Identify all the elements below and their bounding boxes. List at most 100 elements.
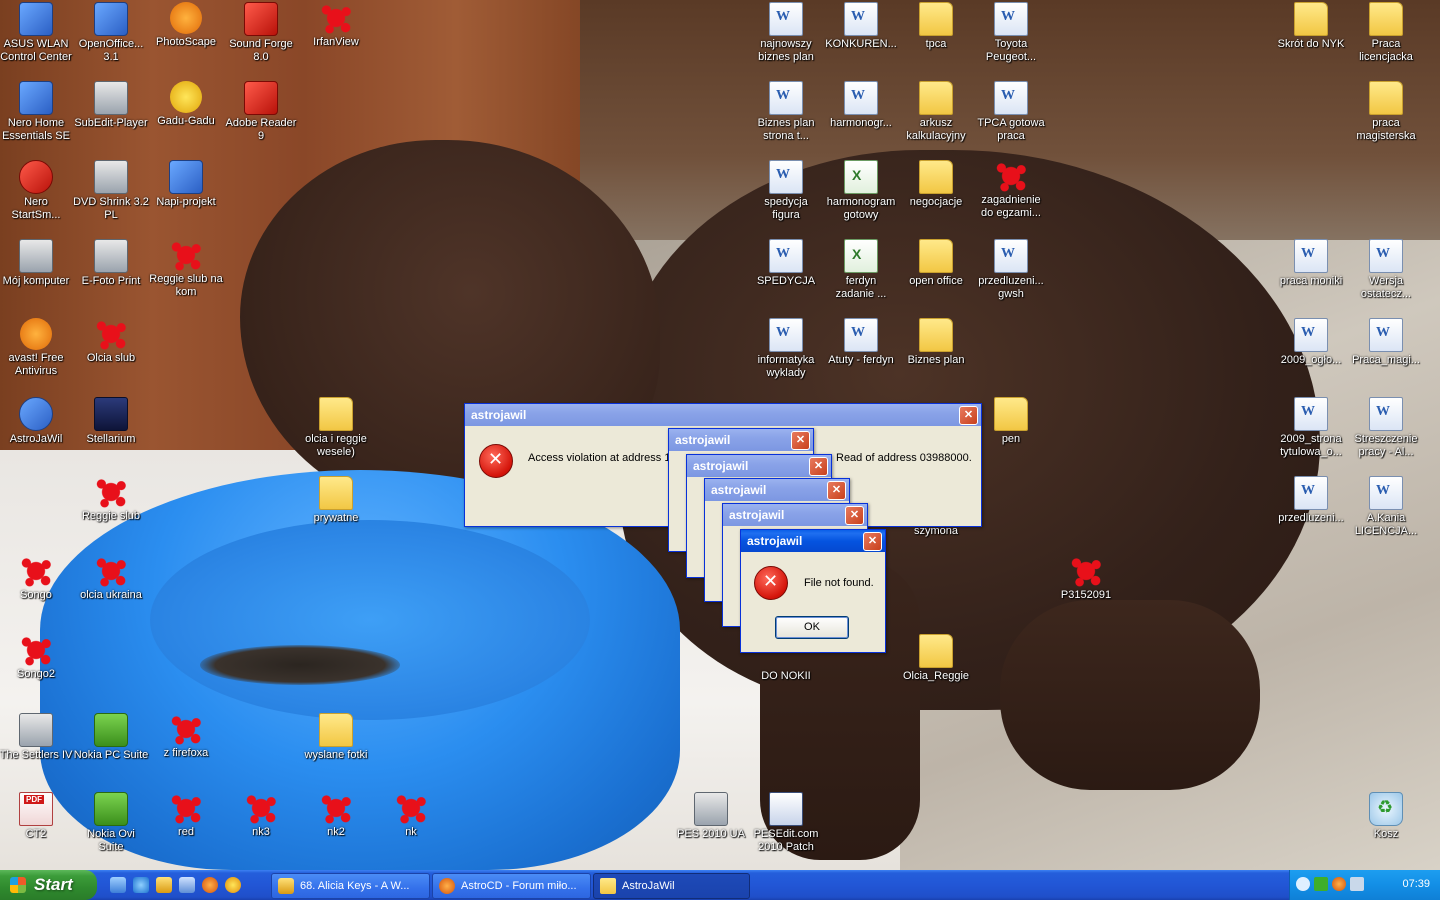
desktop-icon-nero-home[interactable]: Nero Home Essentials SE: [0, 79, 76, 143]
desktop-icon-pesedit[interactable]: PESEdit.com 2010 Patch: [746, 790, 826, 854]
desktop-icon-strona-tyt[interactable]: 2009_strona tytulowa_o...: [1271, 395, 1351, 459]
desktop-icon-asus[interactable]: ASUS WLAN Control Center: [0, 0, 76, 64]
desktop-icon-red[interactable]: red: [146, 790, 226, 839]
desktop-icon-nk3[interactable]: nk3: [221, 790, 301, 839]
show-desktop-icon[interactable]: [110, 877, 126, 893]
ovi-icon[interactable]: [1314, 877, 1328, 891]
desktop-icon-open-office[interactable]: open office: [896, 237, 976, 288]
desktop-icon-nero-start[interactable]: Nero StartSm...: [0, 158, 76, 222]
desktop-icon-songo2[interactable]: Songo2: [0, 632, 76, 681]
desktop-icon-tpca[interactable]: tpca: [896, 0, 976, 51]
taskbar-item-astrojawil[interactable]: AstroJaWil: [593, 873, 750, 899]
desktop-icon-soundforge[interactable]: Sound Forge 8.0: [221, 0, 301, 64]
desktop-icon-wersja[interactable]: Wersja ostatecz...: [1346, 237, 1426, 301]
start-button[interactable]: Start: [0, 870, 97, 900]
desktop-icon-olcia-reggie[interactable]: Olcia_Reggie: [896, 632, 976, 683]
desktop-icon-openoffice[interactable]: OpenOffice... 3.1: [71, 0, 151, 64]
desktop-icon-negocjacje[interactable]: negocjacje: [896, 158, 976, 209]
desktop-icon-settlers[interactable]: The Settlers IV: [0, 711, 76, 762]
desktop-icon-prywatne[interactable]: prywatne: [296, 474, 376, 525]
desktop-icon-przedluzeni[interactable]: przedluzeni...: [1271, 474, 1351, 525]
desktop-icon-astrojawil[interactable]: AstroJaWil: [0, 395, 76, 446]
desktop-icon-kania[interactable]: A.Kania LICENCJA...: [1346, 474, 1426, 538]
dialog-title-bar[interactable]: astrojawil ✕: [705, 479, 849, 501]
close-button[interactable]: ✕: [863, 532, 882, 551]
desktop-icon-reggie-slub-kom[interactable]: Reggie slub na kom: [146, 237, 226, 299]
desktop-icon-pes2010[interactable]: PES 2010 UA: [671, 790, 751, 841]
gadugadu-icon[interactable]: [225, 877, 241, 893]
close-button[interactable]: ✕: [791, 431, 810, 450]
close-button[interactable]: ✕: [827, 481, 846, 500]
desktop-icon-irfanview[interactable]: IrfanView: [296, 0, 376, 49]
desktop-icon-adobereader[interactable]: Adobe Reader 9: [221, 79, 301, 143]
winamp-icon[interactable]: [156, 877, 172, 893]
ok-button[interactable]: OK: [775, 616, 849, 639]
desktop-icon-wyslane-fotki[interactable]: wyslane fotki: [296, 711, 376, 762]
desktop-icon-stellarium[interactable]: Stellarium: [71, 395, 151, 446]
desktop-icon-gadugadu[interactable]: Gadu-Gadu: [146, 79, 226, 128]
desktop-icon-olcia-slub[interactable]: Olcia slub: [71, 316, 151, 365]
dialog-title-bar[interactable]: astrojawil ✕: [465, 404, 981, 426]
desktop-icon-informatyka[interactable]: informatyka wyklady: [746, 316, 826, 380]
desktop-icon-spedycja-figura[interactable]: spedycja figura: [746, 158, 826, 222]
desktop-icon-dvdshrink[interactable]: DVD Shrink 3.2 PL: [71, 158, 151, 222]
desktop-icon-ogloszenie[interactable]: 2009_ogło...: [1271, 316, 1351, 367]
desktop-icon-biznes-plan-nowy[interactable]: najnowszy biznes plan: [746, 0, 826, 64]
desktop-icon-nk2[interactable]: nk2: [296, 790, 376, 839]
desktop-icon-arkusz[interactable]: arkusz kalkulacyjny: [896, 79, 976, 143]
desktop-icon-nokia-pc-suite[interactable]: Nokia PC Suite: [71, 711, 151, 762]
desktop-icon-nk[interactable]: nk: [371, 790, 451, 839]
desktop-icon-kosz[interactable]: Kosz: [1346, 790, 1426, 841]
dialog-title-bar[interactable]: astrojawil ✕: [687, 455, 831, 477]
close-button[interactable]: ✕: [959, 406, 978, 425]
desktop-icon-biznes-plan[interactable]: Biznes plan: [896, 316, 976, 367]
desktop-icon-atuty[interactable]: Atuty - ferdyn: [821, 316, 901, 367]
desktop-icon-harmonogram-gotowy[interactable]: harmonogram gotowy: [821, 158, 901, 222]
window-switch-icon[interactable]: [179, 877, 195, 893]
taskbar-item-firefox[interactable]: AstroCD - Forum miło...: [432, 873, 591, 899]
desktop-icon-pen[interactable]: pen: [971, 395, 1051, 446]
error-dialog-file-not-found[interactable]: astrojawil ✕ File not found. OK: [740, 529, 886, 653]
desktop-icon-my-computer[interactable]: Mój komputer: [0, 237, 76, 288]
desktop-icon-toyota[interactable]: Toyota Peugeot...: [971, 0, 1051, 64]
dialog-title-bar[interactable]: astrojawil ✕: [723, 504, 867, 526]
dialog-title-bar[interactable]: astrojawil ✕: [741, 530, 885, 552]
internet-explorer-icon[interactable]: [133, 877, 149, 893]
desktop-icon-z-firefoxa[interactable]: z firefoxa: [146, 711, 226, 760]
firefox-icon[interactable]: [202, 877, 218, 893]
desktop-icon-olcia-ukraina[interactable]: olcia ukraina: [71, 553, 151, 602]
desktop-icon-olcia-reggie-wesele[interactable]: olcia i reggie wesele): [296, 395, 376, 459]
desktop-icon-streszczenie[interactable]: Streszczenie pracy - Al...: [1346, 395, 1426, 459]
taskbar-item-winamp[interactable]: 68. Alicia Keys - A W...: [271, 873, 430, 899]
desktop-icon-ferdyn[interactable]: ferdyn zadanie ...: [821, 237, 901, 301]
desktop-icon-napiprojekt[interactable]: Napi-projekt: [146, 158, 226, 209]
desktop-icon-p3152091[interactable]: P3152091: [1046, 553, 1126, 602]
desktop-icon-subedit[interactable]: SubEdit-Player: [71, 79, 151, 130]
desktop-icon-ct2[interactable]: CT2: [0, 790, 76, 841]
network-icon[interactable]: [1350, 877, 1364, 891]
desktop-icon-efoto[interactable]: E-Foto Print: [71, 237, 151, 288]
close-button[interactable]: ✕: [845, 506, 864, 525]
desktop-icon-spedycja[interactable]: SPEDYCJA: [746, 237, 826, 288]
desktop-icon-harmonogr[interactable]: harmonogr...: [821, 79, 901, 130]
desktop-icon-konkuren[interactable]: KONKUREN...: [821, 0, 901, 51]
desktop-icon-avast[interactable]: avast! Free Antivirus: [0, 316, 76, 378]
clock[interactable]: 07:39: [1402, 878, 1430, 890]
desktop-icon-songo[interactable]: Songo: [0, 553, 76, 602]
desktop-icon-photoscape[interactable]: PhotoScape: [146, 0, 226, 49]
desktop-icon-praca-mag[interactable]: praca magisterska: [1346, 79, 1426, 143]
desktop-icon-zagadnienie[interactable]: zagadnienie do egzami...: [971, 158, 1051, 220]
desktop-icon-praca-moniki[interactable]: praca moniki: [1271, 237, 1351, 288]
desktop-icon-nokia-ovi[interactable]: Nokia Ovi Suite: [71, 790, 151, 854]
desktop-icon-praca-lic[interactable]: Praca licencjacka: [1346, 0, 1426, 64]
desktop-icon-skrot-nyk[interactable]: Skrót do NYK: [1271, 0, 1351, 51]
desktop-icon-reggie-slub[interactable]: Reggie slub: [71, 474, 151, 523]
desktop-icon-biznes-strona[interactable]: Biznes plan strona t...: [746, 79, 826, 143]
chevron-left-icon[interactable]: [1296, 877, 1310, 891]
desktop-icon-praca-magi[interactable]: Praca_magi...: [1346, 316, 1426, 367]
dialog-title-bar[interactable]: astrojawil ✕: [669, 429, 813, 451]
close-button[interactable]: ✕: [809, 457, 828, 476]
desktop-icon-przedluzeni-gwsh[interactable]: przedluzeni... gwsh: [971, 237, 1051, 301]
desktop-icon-tpca-gotowa[interactable]: TPCA gotowa praca: [971, 79, 1051, 143]
firefox-icon[interactable]: [1332, 877, 1346, 891]
